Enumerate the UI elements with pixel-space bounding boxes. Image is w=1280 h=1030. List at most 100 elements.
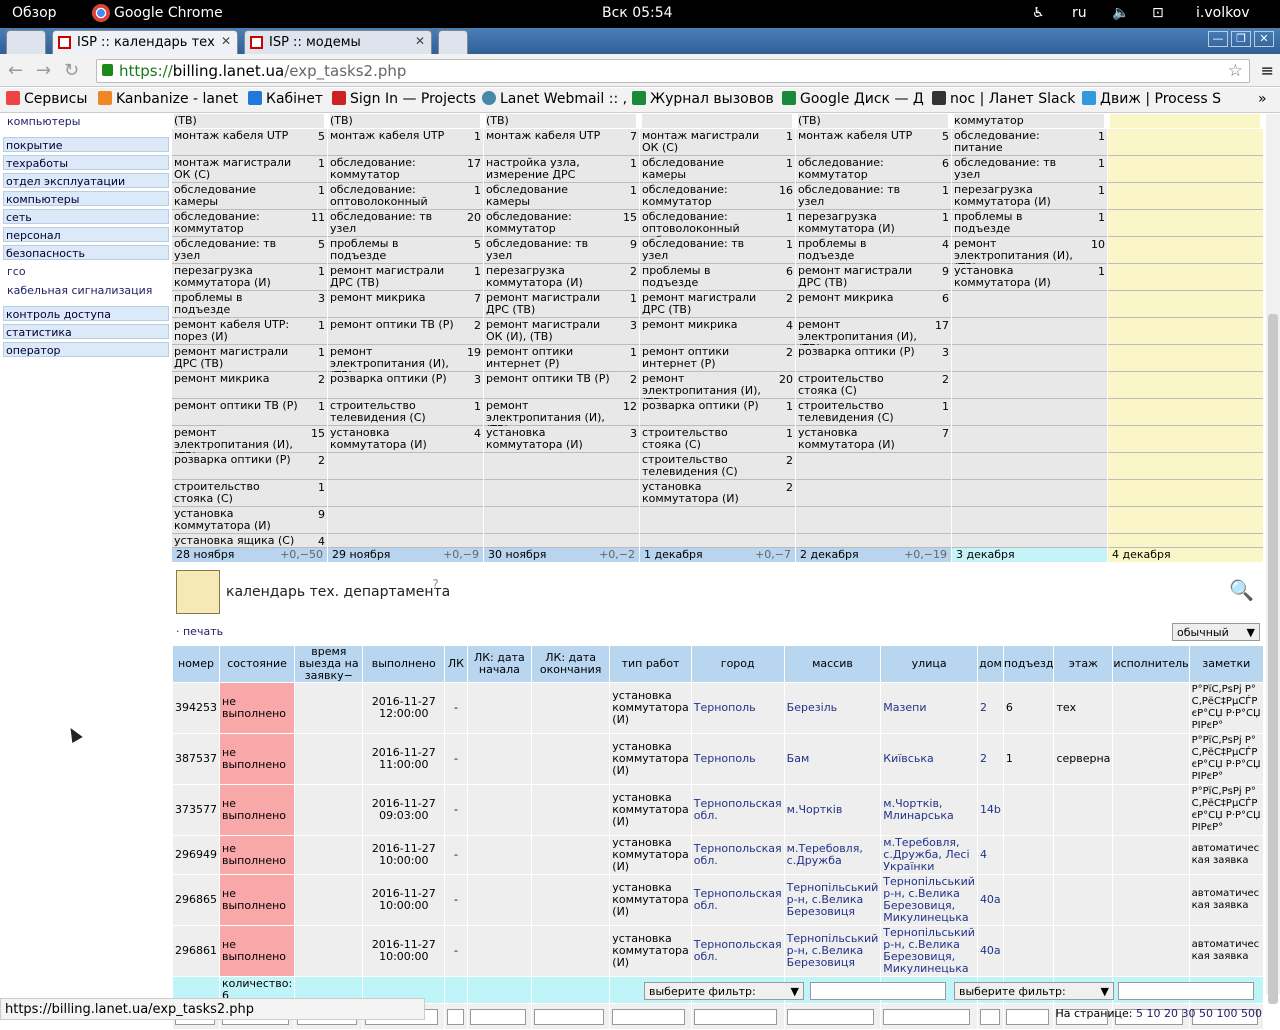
- table-row[interactable]: 373577 не выполнено 2016-11-27 09:03:00- ус…: [172, 784, 1265, 836]
- calendar-task-cell[interactable]: розварка оптики (Р) 3: [328, 372, 483, 399]
- sidebar-item-operator[interactable]: оператор: [3, 342, 169, 357]
- volume-icon[interactable]: 🔈: [1112, 5, 1129, 21]
- calendar-task-cell[interactable]: обследование: питание 1: [952, 129, 1107, 156]
- calendar-task-cell[interactable]: строительство стояка (С) 2: [796, 372, 951, 399]
- bookmark-signin[interactable]: Sign In — Projects: [332, 91, 476, 107]
- calendar-task-cell[interactable]: ремонт электропитания (И), (ТВ)10: [952, 237, 1107, 274]
- sidebar-item-staff[interactable]: персонал: [3, 227, 169, 242]
- calendar-task-cell[interactable]: проблемы в подъезде 4: [796, 237, 951, 264]
- column-header[interactable]: тип работ: [609, 645, 692, 683]
- column-filter-input[interactable]: [979, 1008, 1000, 1025]
- more-bookmarks-icon[interactable]: »: [1258, 91, 1267, 107]
- sidebar-item-network[interactable]: сеть: [3, 209, 169, 224]
- tab-modems[interactable]: ISP :: модемы ✕: [244, 30, 432, 54]
- per-page-option[interactable]: 5: [1136, 1007, 1147, 1020]
- back-icon[interactable]: ←: [8, 60, 23, 81]
- column-filter-input[interactable]: [534, 1008, 604, 1025]
- calendar-task-cell[interactable]: монтаж кабеля UTP 7: [484, 129, 639, 156]
- close-tab-icon[interactable]: ✕: [415, 34, 425, 48]
- calendar-day-header[interactable]: 30 ноября +0,−2: [484, 548, 639, 562]
- filter-input-2[interactable]: [1118, 982, 1254, 1000]
- calendar-task-cell[interactable]: установка коммутатора (И) 9: [172, 507, 327, 534]
- column-header[interactable]: состояние: [218, 645, 296, 683]
- per-page-option[interactable]: 50: [1199, 1007, 1217, 1020]
- table-cell[interactable]: Тернопольская обл.: [690, 835, 785, 875]
- column-header[interactable]: ЛК: дата начала: [466, 645, 533, 683]
- calendar-task-cell[interactable]: ремонт оптики ТВ (Р) 2: [328, 318, 483, 345]
- table-cell[interactable]: Тернопольская обл.: [690, 784, 785, 836]
- calendar-task-cell[interactable]: обследование: тв узел 1: [796, 183, 951, 210]
- calendar-day-header[interactable]: 29 ноября +0,−9: [328, 548, 483, 562]
- clock[interactable]: Вск 05:54: [602, 5, 673, 21]
- table-cell[interactable]: м.Чортків, Млинарська: [880, 784, 978, 836]
- calendar-task-cell[interactable]: установка коммутатора (И) 2: [640, 480, 795, 507]
- calendar-task-cell[interactable]: ремонт магистрали ДРС (ТВ) 9: [796, 264, 951, 291]
- calendar-task-cell[interactable]: проблемы в подъезде 5: [328, 237, 483, 264]
- calendar-task-cell[interactable]: монтаж магистрали ОК (С) 1: [172, 156, 327, 183]
- calendar-task-cell[interactable]: ремонт оптики ТВ (Р) 2: [484, 372, 639, 399]
- table-cell[interactable]: Тернопольская обл.: [690, 874, 785, 926]
- calendar-day-header[interactable]: 28 ноября +0,−50: [172, 548, 327, 562]
- table-cell[interactable]: 40а: [976, 925, 1004, 977]
- table-cell[interactable]: Тернопільський р-н, с.Велика Березовиця,…: [880, 925, 978, 977]
- close-tab-icon[interactable]: ✕: [221, 34, 231, 48]
- scrollbar-thumb[interactable]: [1268, 314, 1278, 1004]
- view-mode-select[interactable]: обычный ▼: [1172, 623, 1260, 641]
- per-page-option[interactable]: 500: [1241, 1007, 1262, 1020]
- tab-calendar[interactable]: ISP :: календарь тех ✕: [52, 30, 238, 54]
- filter-input-1[interactable]: [810, 982, 946, 1000]
- table-cell[interactable]: Мазепи: [880, 682, 978, 734]
- column-filter-input[interactable]: [612, 1008, 685, 1025]
- column-header[interactable]: дом: [976, 645, 1004, 683]
- calendar-day-header[interactable]: 4 декабря: [1108, 548, 1263, 562]
- calendar-task-cell[interactable]: перезагрузка коммутатора (И) 2: [484, 264, 639, 291]
- calendar-task-cell[interactable]: ремонт микрика 6: [796, 291, 951, 318]
- calendar-task-cell[interactable]: обследование камеры 1: [484, 183, 639, 210]
- calendar-task-cell[interactable]: перезагрузка коммутатора (И) 1: [952, 183, 1107, 210]
- language-indicator[interactable]: ru: [1072, 5, 1087, 21]
- table-cell[interactable]: м.Теребовля, с.Дружба: [783, 835, 882, 875]
- column-header[interactable]: время выезда на заявку−: [294, 645, 364, 683]
- accessibility-icon[interactable]: ♿: [1032, 5, 1045, 21]
- page-scrollbar[interactable]: [1266, 114, 1280, 1004]
- table-row[interactable]: 296861 не выполнено 2016-11-27 10:00:00- ус…: [172, 925, 1265, 977]
- sidebar-item-coverage[interactable]: покрытие: [3, 137, 169, 152]
- column-filter-input[interactable]: [693, 1008, 778, 1025]
- calendar-task-cell[interactable]: ремонт магистрали ОК (И), (ТВ) 3: [484, 318, 639, 345]
- table-cell[interactable]: Тернополь: [690, 682, 785, 734]
- filter-select-1[interactable]: выберите фильтр: ▼: [644, 982, 804, 1000]
- calendar-day-header[interactable]: 3 декабря: [952, 548, 1107, 562]
- calendar-task-cell[interactable]: монтаж кабеля UTP 5: [172, 129, 327, 156]
- calendar-day-header[interactable]: 1 декабря +0,−7: [640, 548, 795, 562]
- calendar-task-cell[interactable]: строительство стояка (С) 1: [172, 480, 327, 507]
- calendar-task-cell[interactable]: перезагрузка коммутатора (И) 1: [172, 264, 327, 291]
- table-cell[interactable]: Бам: [783, 733, 882, 785]
- calendar-task-cell[interactable]: строительство телевидения (С) 1: [796, 399, 951, 426]
- menu-icon[interactable]: ≡: [1261, 61, 1274, 80]
- calendar-task-cell[interactable]: розварка оптики (Р) 3: [796, 345, 951, 372]
- column-header[interactable]: город: [690, 645, 785, 683]
- filter-select-2[interactable]: выберите фильтр: ▼: [954, 982, 1114, 1000]
- calendar-task-cell[interactable]: ремонт магистрали ДРС (ТВ) 1: [172, 345, 327, 372]
- calendar-day-header[interactable]: 2 декабря +0,−19: [796, 548, 951, 562]
- overview-button[interactable]: Обзор: [12, 5, 57, 21]
- calendar-task-cell[interactable]: проблемы в подъезде 6: [640, 264, 795, 291]
- calendar-task-cell[interactable]: установка ящика (С) 4: [172, 534, 327, 548]
- column-header[interactable]: номер: [172, 645, 220, 683]
- calendar-task-cell[interactable]: проблемы в подъезде 3: [172, 291, 327, 318]
- table-cell[interactable]: Київська: [880, 733, 978, 785]
- bookmark-kanbanize[interactable]: Kanbanize - lanet: [98, 91, 238, 107]
- sidebar-subitem-gso[interactable]: гсо: [7, 265, 26, 278]
- column-header[interactable]: выполнено: [362, 645, 446, 683]
- forward-icon[interactable]: →: [36, 60, 51, 81]
- bookmark-cabinet[interactable]: Кабінет: [248, 91, 323, 107]
- calendar-task-cell[interactable]: перезагрузка коммутатора (И) 1: [796, 210, 951, 237]
- calendar-task-cell[interactable]: ремонт магистрали ДРС (ТВ) 1: [484, 291, 639, 318]
- address-bar[interactable]: https://billing.lanet.ua/exp_tasks2.php …: [96, 59, 1250, 83]
- reload-icon[interactable]: ↻: [64, 60, 79, 81]
- calendar-task-cell[interactable]: монтаж кабеля UTP 1: [328, 129, 483, 156]
- calendar-task-cell[interactable]: ремонт магистрали ДРС (ТВ) 1: [328, 264, 483, 291]
- table-cell[interactable]: Тернопільський р-н, с.Велика Березовиця,…: [880, 874, 978, 926]
- table-cell[interactable]: м.Чортків: [783, 784, 882, 836]
- column-header[interactable]: массив: [783, 645, 882, 683]
